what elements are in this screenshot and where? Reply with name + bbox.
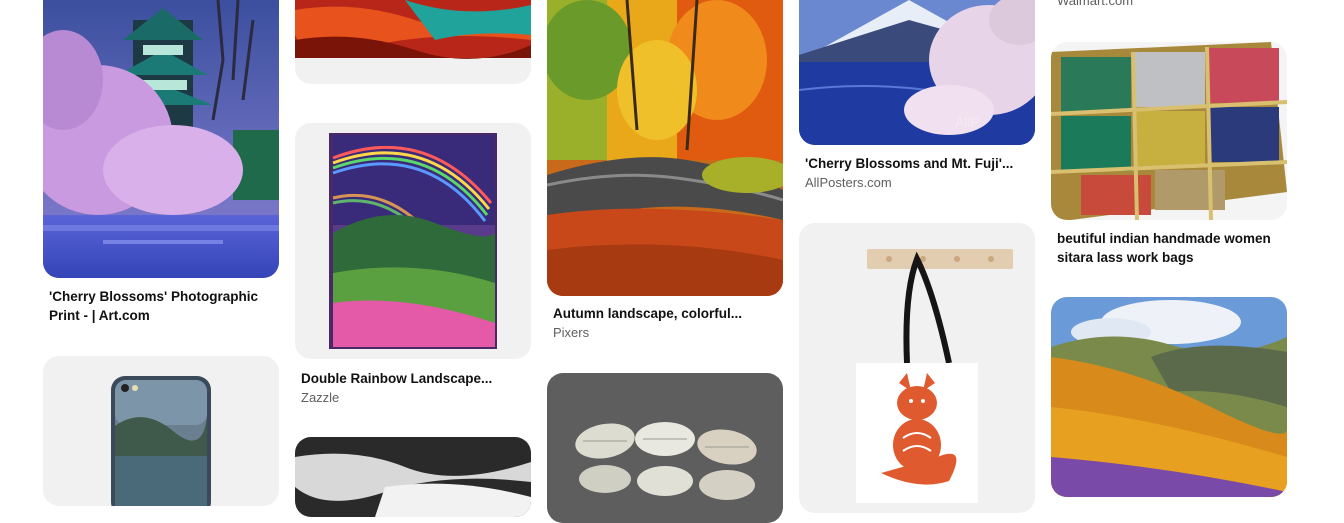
pin-caption: 'Cherry Blossoms' Photographic Print - |…: [49, 287, 275, 325]
pin-image[interactable]: [547, 0, 783, 296]
pin-image[interactable]: [295, 437, 531, 517]
pin-title[interactable]: Double Rainbow Landscape...: [301, 369, 527, 388]
pin-source[interactable]: Pixers: [553, 324, 779, 342]
pin-image[interactable]: [43, 0, 279, 278]
pin-caption-top: Walmart.com: [1057, 0, 1283, 10]
column-1: 'Cherry Blossoms' Photographic Print - |…: [43, 0, 279, 506]
pin-image[interactable]: [1051, 297, 1287, 497]
pin-image[interactable]: [1051, 42, 1287, 220]
watermark-text: AllP: [955, 114, 980, 130]
pin-caption: 'Cherry Blossoms and Mt. Fuji'... AllPos…: [805, 154, 1031, 192]
pin-image[interactable]: [43, 356, 279, 506]
pin-caption: Autumn landscape, colorful... Pixers: [553, 304, 779, 342]
pin-image[interactable]: [295, 123, 531, 359]
pin-title[interactable]: 'Cherry Blossoms' Photographic Print - |…: [49, 287, 275, 325]
pin-caption: beutiful indian handmade women sitara la…: [1057, 229, 1283, 267]
pin-image[interactable]: [547, 373, 783, 523]
column-2: Double Rainbow Landscape... Zazzle: [295, 0, 531, 517]
pin-source[interactable]: Zazzle: [301, 389, 527, 407]
pin-source[interactable]: AllPosters.com: [805, 174, 1031, 192]
pin-title[interactable]: Autumn landscape, colorful...: [553, 304, 779, 323]
column-4: AllP 'Cherry Blossoms and Mt. Fuji'... A…: [799, 0, 1035, 513]
pin-image[interactable]: [295, 0, 531, 84]
column-5: Walmart.com beutiful indian handmade wom…: [1051, 0, 1287, 497]
pin-source[interactable]: Walmart.com: [1057, 0, 1283, 10]
pin-title[interactable]: 'Cherry Blossoms and Mt. Fuji'...: [805, 154, 1031, 173]
pin-title[interactable]: beutiful indian handmade women sitara la…: [1057, 229, 1283, 267]
column-3: Autumn landscape, colorful... Pixers: [547, 0, 783, 523]
pin-caption: Double Rainbow Landscape... Zazzle: [301, 369, 527, 407]
pin-image[interactable]: [799, 223, 1035, 513]
pin-image[interactable]: AllP: [799, 0, 1035, 145]
